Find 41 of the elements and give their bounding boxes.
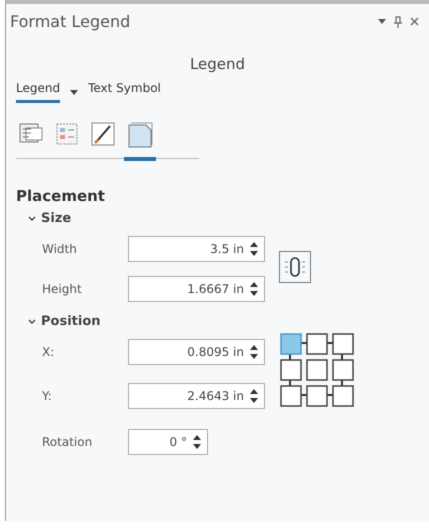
page-icon [126,121,154,149]
anchor-point[interactable] [280,359,302,381]
tab[interactable]: Legend [16,81,60,103]
field-label: X: [42,345,56,359]
field-label: Rotation [42,435,94,449]
panel-header: Legend [188,55,246,73]
window-title: Format Legend [10,12,130,31]
spin-field[interactable]: 2.4643 in [128,383,265,409]
spinner-icon[interactable] [250,282,258,296]
spinner-icon[interactable] [250,389,258,403]
legend-items-icon [54,121,80,147]
anchor-point[interactable] [332,385,354,407]
dropdown-icon[interactable] [70,90,78,94]
lock-ratio-button[interactable] [279,251,311,283]
chevron-icon [28,216,36,222]
brush-icon [90,121,116,147]
pin-icon[interactable] [394,16,402,28]
anchor-point[interactable] [332,333,354,355]
spinner-icon[interactable] [193,435,201,449]
section-title: Placement [16,187,106,205]
close-icon[interactable] [410,17,419,26]
spin-field[interactable]: 1.6667 in [128,276,265,302]
anchor-point[interactable] [280,385,302,407]
chevron-icon [28,318,36,324]
anchor-point[interactable] [332,359,354,381]
anchor-point[interactable] [306,333,328,355]
group-toggle[interactable]: Position [28,314,429,329]
group-toggle[interactable]: Size [28,211,429,226]
field-label: Height [42,282,83,296]
tab[interactable]: Text Symbol [88,81,161,103]
anchor-point[interactable] [306,385,328,407]
spinner-icon[interactable] [250,242,258,256]
spin-field[interactable]: 0 ° [128,429,208,455]
spinner-icon[interactable] [250,345,258,359]
field-label: Y: [42,389,53,403]
spin-field[interactable]: 3.5 in [128,236,265,262]
anchor-connector-lines [289,342,343,396]
anchor-point[interactable] [306,359,328,381]
dropdown-icon[interactable] [378,18,386,24]
spin-field[interactable]: 0.8095 in [128,339,265,365]
field-label: Width [42,242,78,256]
